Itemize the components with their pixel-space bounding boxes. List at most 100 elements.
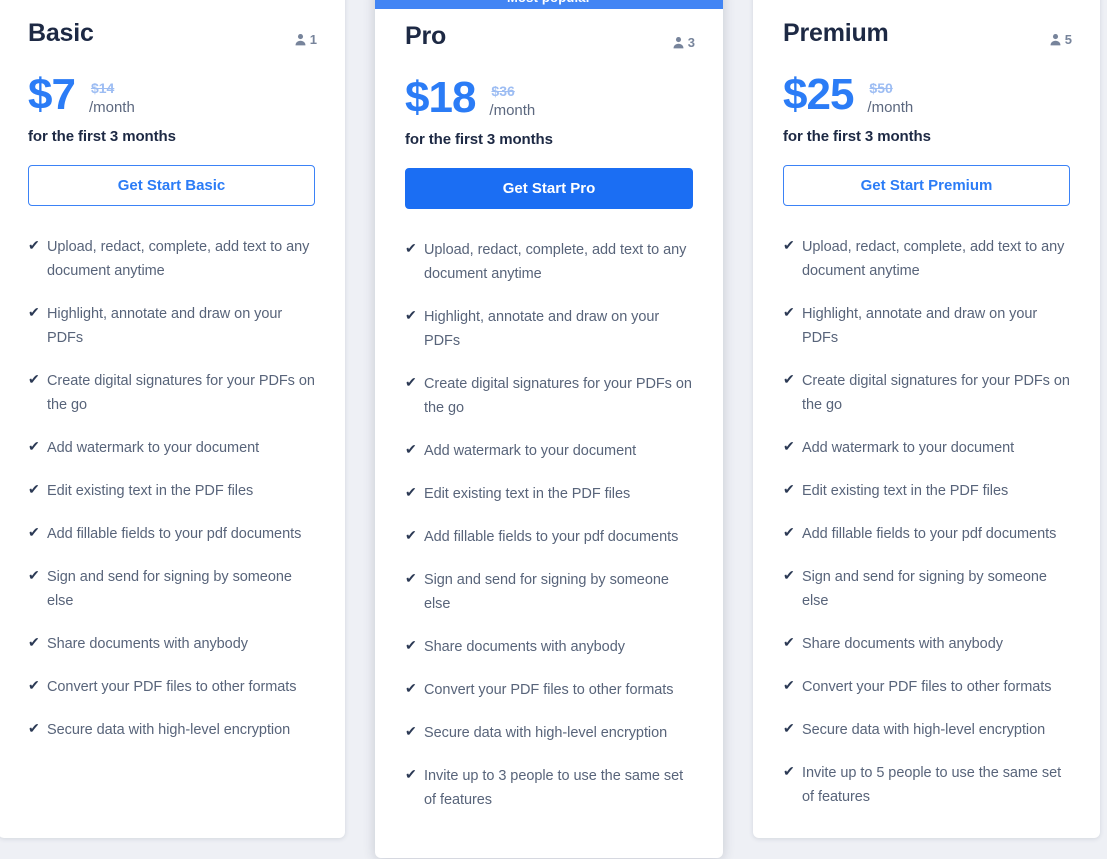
price-meta-pro: $36 /month (489, 83, 535, 121)
check-icon: ✔ (783, 762, 795, 779)
seats-count-pro: 3 (687, 35, 695, 50)
check-icon: ✔ (405, 679, 417, 696)
list-item: ✔ Share documents with anybody (405, 635, 693, 659)
card-body-premium: 5 Premium $25 $50 /month for the first 3… (753, 0, 1100, 809)
list-item: ✔ Convert your PDF files to other formats (783, 675, 1070, 699)
check-icon: ✔ (405, 373, 417, 390)
feature-label: Add fillable fields to your pdf document… (802, 525, 1057, 542)
check-icon: ✔ (783, 303, 795, 320)
list-item: ✔ Create digital signatures for your PDFs… (783, 369, 1070, 417)
seats-badge-premium: 5 (1049, 32, 1072, 47)
user-icon (672, 36, 685, 49)
price-row-premium: $25 $50 /month (783, 70, 1070, 118)
list-item: ✔ Share documents with anybody (28, 632, 315, 656)
card-body-pro: 3 Pro $18 $36 /month for the first 3 mon… (375, 0, 723, 812)
check-icon: ✔ (783, 523, 795, 540)
feature-list-pro: ✔ Upload, redact, complete, add text to a… (405, 238, 693, 812)
feature-label: Upload, redact, complete, add text to an… (802, 238, 1065, 279)
list-item: ✔ Secure data with high-level encryption (783, 718, 1070, 742)
price-row-basic: $7 $14 /month (28, 70, 315, 118)
feature-label: Invite up to 5 people to use the same se… (802, 764, 1062, 805)
feature-label: Secure data with high-level encryption (802, 721, 1046, 738)
pricing-card-basic: 1 Basic $7 $14 /month for the first 3 mo… (0, 0, 345, 838)
check-icon: ✔ (28, 719, 40, 736)
feature-label: Upload, redact, complete, add text to an… (424, 241, 687, 282)
feature-label: Secure data with high-level encryption (424, 724, 668, 741)
check-icon: ✔ (405, 526, 417, 543)
list-item: ✔ Add fillable fields to your pdf documen… (783, 522, 1070, 546)
feature-label: Convert your PDF files to other formats (424, 681, 674, 698)
list-item: ✔ Add fillable fields to your pdf documen… (28, 522, 315, 546)
list-item: ✔ Sign and send for signing by someone el… (405, 568, 693, 616)
list-item: ✔ Share documents with anybody (783, 632, 1070, 656)
feature-label: Create digital signatures for your PDFs … (802, 372, 1070, 413)
check-icon: ✔ (783, 236, 795, 253)
feature-label: Add fillable fields to your pdf document… (424, 528, 679, 545)
price-original-basic: $14 (90, 79, 115, 96)
check-icon: ✔ (28, 480, 40, 497)
feature-list-basic: ✔ Upload, redact, complete, add text to a… (28, 235, 315, 742)
user-icon (1049, 33, 1062, 46)
check-icon: ✔ (783, 676, 795, 693)
list-item: ✔ Upload, redact, complete, add text to a… (405, 238, 693, 286)
get-start-premium-button[interactable]: Get Start Premium (783, 164, 1070, 206)
list-item: ✔ Highlight, annotate and draw on your PD… (783, 302, 1070, 350)
feature-label: Share documents with anybody (47, 635, 248, 652)
check-icon: ✔ (28, 303, 40, 320)
user-icon (294, 33, 307, 46)
pricing-card-premium: 5 Premium $25 $50 /month for the first 3… (753, 0, 1100, 838)
get-start-pro-button[interactable]: Get Start Pro (405, 167, 693, 209)
feature-label: Edit existing text in the PDF files (802, 482, 1009, 499)
list-item: ✔ Upload, redact, complete, add text to a… (783, 235, 1070, 283)
feature-label: Sign and send for signing by someone els… (424, 571, 669, 612)
price-period-basic: /month (88, 98, 135, 116)
feature-label: Sign and send for signing by someone els… (802, 568, 1047, 609)
list-item: ✔ Add watermark to your document (405, 439, 693, 463)
check-icon: ✔ (28, 633, 40, 650)
price-meta-basic: $14 /month (88, 79, 135, 118)
check-icon: ✔ (405, 483, 417, 500)
plan-name-premium: Premium (783, 19, 889, 47)
list-item: ✔ Create digital signatures for your PDFs… (28, 369, 315, 417)
feature-label: Add watermark to your document (47, 439, 260, 456)
feature-label: Convert your PDF files to other formats (47, 678, 297, 695)
list-item: ✔ Upload, redact, complete, add text to a… (28, 235, 315, 283)
check-icon: ✔ (28, 437, 40, 454)
feature-label: Convert your PDF files to other formats (802, 678, 1052, 695)
feature-label: Edit existing text in the PDF files (424, 485, 631, 502)
plan-name-basic: Basic (28, 19, 94, 47)
feature-label: Share documents with anybody (424, 638, 625, 655)
list-item: ✔ Add watermark to your document (28, 436, 315, 460)
price-note-premium: for the first 3 months (783, 127, 931, 145)
list-item: ✔ Invite up to 5 people to use the same s… (783, 761, 1070, 809)
pricing-plans: 1 Basic $7 $14 /month for the first 3 mo… (0, 0, 1107, 859)
feature-label: Highlight, annotate and draw on your PDF… (424, 308, 660, 349)
list-item: ✔ Secure data with high-level encryption (28, 718, 315, 742)
price-meta-premium: $50 /month (867, 79, 913, 118)
list-item: ✔ Edit existing text in the PDF files (28, 479, 315, 503)
list-item: ✔ Sign and send for signing by someone el… (28, 565, 315, 613)
feature-label: Add fillable fields to your pdf document… (47, 525, 302, 542)
list-item: ✔ Highlight, annotate and draw on your PD… (405, 305, 693, 353)
plan-name-pro: Pro (405, 22, 447, 50)
list-item: ✔ Add fillable fields to your pdf documen… (405, 525, 693, 549)
check-icon: ✔ (405, 306, 417, 323)
feature-label: Highlight, annotate and draw on your PDF… (802, 305, 1038, 346)
price-current-pro: $18 (405, 72, 476, 122)
seats-count-basic: 1 (309, 32, 317, 47)
seats-badge-pro: 3 (672, 35, 695, 50)
list-item: ✔ Sign and send for signing by someone el… (783, 565, 1070, 613)
price-original-premium: $50 (869, 79, 893, 96)
check-icon: ✔ (28, 370, 40, 387)
price-row-pro: $18 $36 /month (405, 73, 693, 121)
feature-label: Highlight, annotate and draw on your PDF… (47, 305, 283, 346)
check-icon: ✔ (783, 437, 795, 454)
seats-badge-basic: 1 (294, 32, 317, 47)
check-icon: ✔ (783, 370, 795, 387)
list-item: ✔ Create digital signatures for your PDFs… (405, 372, 693, 420)
check-icon: ✔ (783, 566, 795, 583)
check-icon: ✔ (405, 569, 417, 586)
check-icon: ✔ (783, 480, 795, 497)
list-item: ✔ Edit existing text in the PDF files (405, 482, 693, 506)
get-start-basic-button[interactable]: Get Start Basic (28, 164, 315, 206)
